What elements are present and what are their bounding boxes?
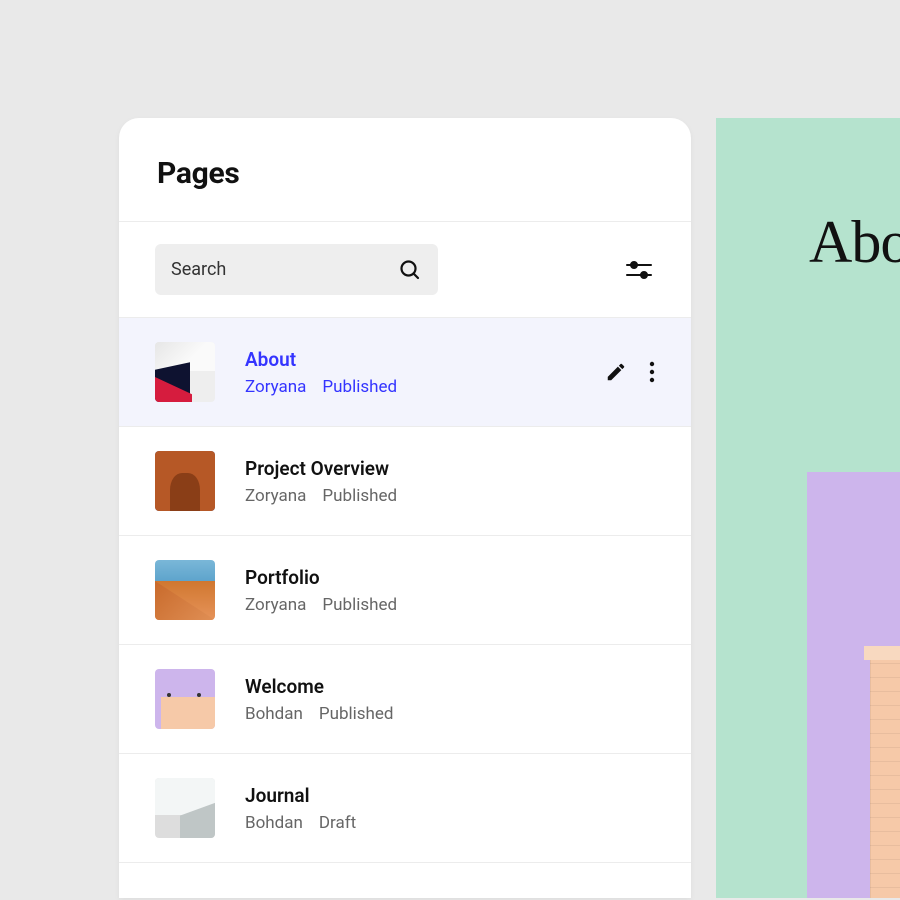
item-actions xyxy=(605,361,655,383)
page-author: Bohdan xyxy=(245,813,303,833)
page-author: Zoryana xyxy=(245,377,306,397)
search-input[interactable]: Search xyxy=(155,244,438,295)
search-row: Search xyxy=(119,222,691,318)
page-thumbnail xyxy=(155,778,215,838)
edit-button[interactable] xyxy=(605,361,627,383)
page-thumbnail xyxy=(155,342,215,402)
page-title: About xyxy=(245,348,575,371)
page-thumbnail xyxy=(155,560,215,620)
page-info: Journal Bohdan Draft xyxy=(245,784,655,833)
page-author: Bohdan xyxy=(245,704,303,724)
page-status: Published xyxy=(322,377,397,397)
page-list: About Zoryana Published Project Overview xyxy=(119,318,691,863)
page-status: Published xyxy=(322,595,397,615)
search-icon xyxy=(398,258,422,282)
list-item[interactable]: Project Overview Zoryana Published xyxy=(119,427,691,536)
panel-title: Pages xyxy=(157,156,653,191)
page-thumbnail xyxy=(155,451,215,511)
preview-image xyxy=(807,472,900,898)
page-author: Zoryana xyxy=(245,595,306,615)
page-title: Journal xyxy=(245,784,655,807)
list-item[interactable]: Journal Bohdan Draft xyxy=(119,754,691,863)
page-meta: Bohdan Published xyxy=(245,704,655,724)
page-meta: Zoryana Published xyxy=(245,377,575,397)
page-info: Portfolio Zoryana Published xyxy=(245,566,655,615)
page-title: Project Overview xyxy=(245,457,655,480)
page-info: About Zoryana Published xyxy=(245,348,575,397)
page-info: Welcome Bohdan Published xyxy=(245,675,655,724)
page-status: Published xyxy=(319,704,394,724)
page-author: Zoryana xyxy=(245,486,306,506)
page-title: Welcome xyxy=(245,675,655,698)
page-status: Published xyxy=(322,486,397,506)
page-title: Portfolio xyxy=(245,566,655,589)
page-meta: Zoryana Published xyxy=(245,486,655,506)
more-button[interactable] xyxy=(649,361,655,383)
preview-panel: About xyxy=(716,118,900,898)
list-item[interactable]: About Zoryana Published xyxy=(119,318,691,427)
page-meta: Bohdan Draft xyxy=(245,813,655,833)
page-thumbnail xyxy=(155,669,215,729)
list-item[interactable]: Portfolio Zoryana Published xyxy=(119,536,691,645)
list-item[interactable]: Welcome Bohdan Published xyxy=(119,645,691,754)
search-placeholder: Search xyxy=(171,259,226,280)
preview-title: About xyxy=(809,208,900,277)
page-meta: Zoryana Published xyxy=(245,595,655,615)
page-status: Draft xyxy=(319,813,356,833)
filter-button[interactable] xyxy=(623,254,655,286)
pages-panel: Pages Search About Zoryana P xyxy=(119,118,691,898)
panel-header: Pages xyxy=(119,118,691,222)
page-info: Project Overview Zoryana Published xyxy=(245,457,655,506)
